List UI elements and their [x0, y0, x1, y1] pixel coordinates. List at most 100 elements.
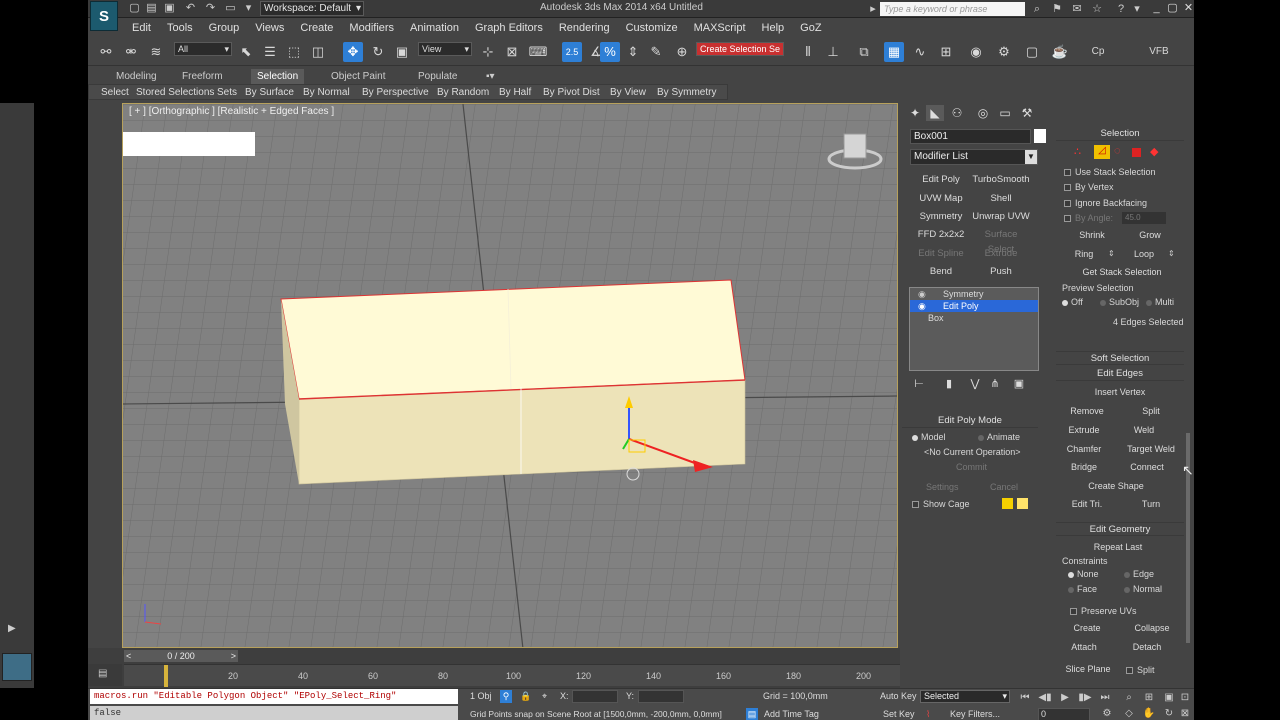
- modify-tab-icon[interactable]: ◣: [926, 105, 944, 121]
- ribbon-stored-selections[interactable]: Stored Selections: [136, 86, 214, 100]
- cp-button[interactable]: Cp: [1088, 42, 1108, 62]
- search-icon[interactable]: ⌕: [1030, 2, 1044, 16]
- lock-icon[interactable]: 🔒: [520, 690, 531, 703]
- maxscript-listener-line[interactable]: macros.run "Editable Polygon Object" "EP…: [90, 689, 458, 704]
- cage-color-swatch[interactable]: [1002, 498, 1013, 509]
- next-frame-icon[interactable]: ▮▶: [1078, 691, 1092, 705]
- time-configuration-icon[interactable]: ⚙: [1100, 707, 1114, 720]
- ignore-backfacing-checkbox[interactable]: Ignore Backfacing: [1064, 197, 1147, 209]
- maximize-viewport-icon[interactable]: ⊡: [1178, 691, 1192, 705]
- bridge-button[interactable]: Bridge: [1062, 460, 1106, 475]
- menu-modifiers[interactable]: Modifiers: [341, 19, 402, 37]
- utilities-tab-icon[interactable]: ⚒: [1018, 105, 1036, 121]
- tab-selection[interactable]: Selection: [251, 69, 305, 84]
- selection-rollout[interactable]: Selection: [1056, 127, 1184, 141]
- track-bar[interactable]: 20 40 60 80 100 120 140 160 180 200: [124, 664, 900, 687]
- mod-push-button[interactable]: Push: [972, 264, 1030, 279]
- attach-button[interactable]: Attach: [1062, 640, 1106, 655]
- make-unique-icon[interactable]: ⋁: [968, 377, 982, 391]
- loop-button[interactable]: Loop: [1122, 247, 1166, 262]
- subscription-icon[interactable]: ⚑: [1050, 2, 1064, 16]
- play-arrow-icon[interactable]: ▶: [8, 623, 16, 634]
- mod-turbosmooth-button[interactable]: TurboSmooth: [972, 172, 1030, 187]
- menu-animation[interactable]: Animation: [402, 19, 467, 37]
- split-checkbox[interactable]: Split: [1126, 664, 1155, 676]
- select-and-move-icon[interactable]: ✥: [343, 42, 363, 62]
- hierarchy-tab-icon[interactable]: ⚇: [948, 105, 966, 121]
- absolute-mode-icon[interactable]: ⌖: [542, 690, 547, 703]
- menu-tools[interactable]: Tools: [159, 19, 201, 37]
- remove-modifier-icon[interactable]: ⋔: [988, 377, 1002, 391]
- shrink-button[interactable]: Shrink: [1066, 228, 1118, 243]
- zoom-icon[interactable]: ⌕: [1122, 691, 1136, 705]
- chamfer-button[interactable]: Chamfer: [1062, 442, 1106, 457]
- use-stack-selection-checkbox[interactable]: Use Stack Selection: [1064, 166, 1156, 178]
- ring-spinner-icon[interactable]: ⇕: [1108, 249, 1115, 258]
- mod-bend-button[interactable]: Bend: [912, 264, 970, 279]
- split-edge-button[interactable]: Split: [1126, 404, 1176, 419]
- configure-modifier-sets-icon[interactable]: ▣: [1012, 377, 1026, 391]
- project-folder-icon[interactable]: ▭: [224, 2, 237, 15]
- maximize-icon[interactable]: ▢: [1165, 1, 1180, 16]
- select-and-rotate-icon[interactable]: ↻: [368, 42, 388, 62]
- app-logo-icon[interactable]: S: [90, 1, 118, 31]
- remove-button[interactable]: Remove: [1062, 404, 1112, 419]
- vertex-mode-icon[interactable]: ∴: [1074, 145, 1081, 158]
- constraint-edge-radio[interactable]: Edge: [1124, 568, 1154, 580]
- preview-off-radio[interactable]: Off: [1062, 296, 1083, 308]
- ribbon-by-surface[interactable]: By Surface: [245, 86, 294, 100]
- ribbon-by-perspective[interactable]: By Perspective: [362, 86, 429, 100]
- ribbon-by-half[interactable]: By Half: [499, 86, 531, 100]
- settings-button[interactable]: Settings: [926, 481, 959, 493]
- time-slider[interactable]: <0 / 200 >: [124, 650, 238, 662]
- by-angle-spinner[interactable]: 45.0: [1122, 212, 1166, 224]
- viewport-orthographic[interactable]: [ + ] [Orthographic ] [Realistic + Edged…: [122, 103, 898, 648]
- workspace-dropdown[interactable]: Workspace: Default ▾: [260, 1, 364, 16]
- rendered-frame-window-icon[interactable]: ▢: [1022, 42, 1042, 62]
- menu-help[interactable]: Help: [754, 19, 793, 37]
- maximize-toggle-icon[interactable]: ⊠: [1178, 707, 1192, 720]
- maxscript-result-line[interactable]: false: [90, 706, 458, 720]
- edit-edges-rollout[interactable]: Edit Edges: [1056, 367, 1184, 381]
- render-setup-icon[interactable]: ⚙: [994, 42, 1014, 62]
- undo-icon[interactable]: ↶: [184, 2, 197, 15]
- previous-frame-icon[interactable]: ◀▮: [1038, 691, 1052, 705]
- ribbon-by-view[interactable]: By View: [610, 86, 646, 100]
- goto-end-icon[interactable]: ⏭: [1098, 691, 1112, 705]
- by-angle-checkbox[interactable]: By Angle:: [1064, 212, 1113, 224]
- bind-space-warp-icon[interactable]: ≋: [146, 42, 166, 62]
- ribbon-select[interactable]: Select: [101, 86, 129, 100]
- search-arrow-icon[interactable]: ▸: [866, 2, 880, 16]
- selection-lock-icon[interactable]: ⚲: [500, 690, 512, 703]
- modifier-list-dropdown[interactable]: Modifier List ▼: [910, 149, 1038, 165]
- track-view-icon[interactable]: ▤: [98, 668, 107, 679]
- graphite-ribbon-icon[interactable]: ▦: [884, 42, 904, 62]
- menu-maxscript[interactable]: MAXScript: [686, 19, 754, 37]
- align-icon[interactable]: ⊥: [823, 42, 843, 62]
- viewcube-icon[interactable]: [843, 133, 867, 159]
- ribbon-options-icon[interactable]: ▪▾: [480, 69, 501, 84]
- vfb-button[interactable]: VFB: [1146, 42, 1172, 62]
- zoom-all-icon[interactable]: ⊞: [1142, 691, 1156, 705]
- create-selection-set-field[interactable]: Create Selection Se: [696, 42, 784, 56]
- target-weld-button[interactable]: Target Weld: [1122, 442, 1180, 457]
- constraint-none-radio[interactable]: None: [1068, 568, 1099, 580]
- mod-surface-select-button[interactable]: Surface Select: [972, 227, 1030, 255]
- set-key-icon[interactable]: ⌇: [926, 708, 930, 720]
- menu-views[interactable]: Views: [247, 19, 292, 37]
- open-file-icon[interactable]: ▤: [145, 2, 158, 15]
- new-file-icon[interactable]: ▢: [128, 2, 141, 15]
- grow-button[interactable]: Grow: [1124, 228, 1176, 243]
- tab-populate[interactable]: Populate: [412, 69, 463, 84]
- current-frame-marker[interactable]: [164, 665, 168, 687]
- stack-light-bulb-icon[interactable]: ◉: [918, 288, 926, 300]
- object-name-field[interactable]: Box001: [910, 129, 1031, 144]
- select-manipulate-icon[interactable]: ⊠: [502, 42, 522, 62]
- communication-icon[interactable]: ✉: [1070, 2, 1084, 16]
- timeline-mini-toggle[interactable]: ▤: [88, 664, 122, 686]
- edit-tri-button[interactable]: Edit Tri.: [1062, 497, 1112, 512]
- create-button[interactable]: Create: [1062, 621, 1112, 636]
- add-time-tag-button[interactable]: Add Time Tag: [764, 708, 819, 720]
- menu-goz[interactable]: GoZ: [792, 19, 829, 37]
- play-icon[interactable]: ▶: [1058, 691, 1072, 705]
